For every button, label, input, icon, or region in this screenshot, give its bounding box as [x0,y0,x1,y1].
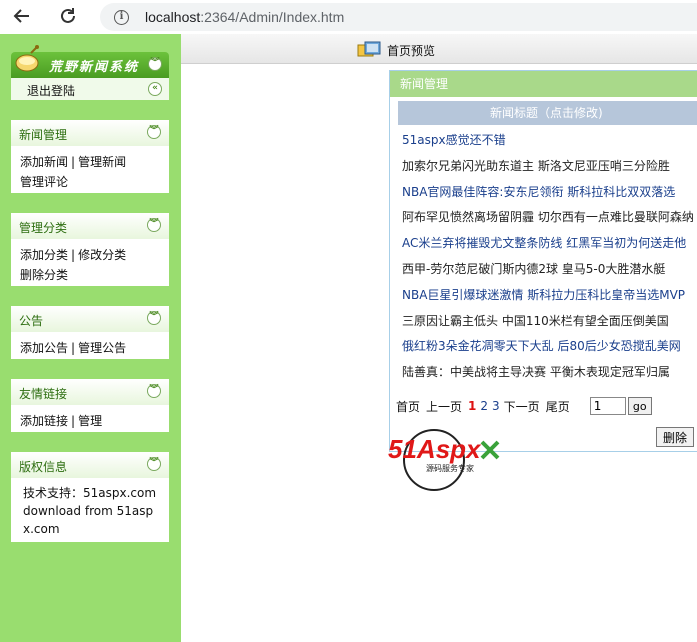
last-page-link[interactable]: 尾页 [546,398,570,415]
double-chevron-down-icon[interactable]: ︾ [147,457,161,471]
section-header[interactable]: 管理分类 ︾ [11,213,169,239]
first-page-link[interactable]: 首页 [396,398,420,415]
list-item[interactable]: 俄红粉3朵金花凋零天下大乱 后80后少女恐搅乱美网 [402,333,697,359]
home-preview-icon[interactable] [357,40,381,58]
section-title: 管理分类 [19,221,68,235]
column-header: 新闻标题（点击修改) [398,101,697,125]
address-bar[interactable]: i localhost:2364/Admin/Index.htm [100,3,697,31]
section-friend-links: 友情链接 ︾ 添加链接 | 管理 [11,379,169,432]
page-link[interactable]: 2 [480,399,488,413]
section-header[interactable]: 版权信息 ︾ [11,452,169,478]
logout-link[interactable]: 退出登陆 [27,82,75,99]
section-categories: 管理分类 ︾ 添加分类 | 修改分类 删除分类 [11,213,169,286]
delete-button[interactable]: 删除 [656,427,694,447]
logout-bar[interactable]: 退出登陆 « [11,78,169,100]
double-chevron-down-icon[interactable]: ︾ [147,384,161,398]
section-body: 添加分类 | 修改分类 删除分类 [20,248,127,282]
page-link-current: 1 [468,399,477,413]
home-preview-link[interactable]: 首页预览 [387,42,435,59]
manage-announcement-link[interactable]: 管理公告 [78,341,126,355]
double-chevron-down-icon[interactable]: ︾ [147,218,161,232]
reload-icon[interactable] [56,4,80,28]
list-item[interactable]: 陆善真：中美战将主导决赛 平衡木表现定冠军归属 [402,359,697,385]
logo-text: 荒野新闻系统 [49,60,140,75]
url-text: localhost:2364/Admin/Index.htm [145,9,345,25]
double-chevron-left-icon[interactable]: « [148,82,162,96]
section-body: 添加链接 | 管理 [20,414,103,428]
section-header[interactable]: 公告 ︾ [11,306,169,332]
add-announcement-link[interactable]: 添加公告 [20,341,68,355]
news-panel: 新闻管理 新闻标题（点击修改) 51aspx感觉还不错 加索尔兄弟闪光助东道主 … [389,70,697,452]
list-item[interactable]: NBA巨星引爆球迷激情 斯科拉力压科比皇帝当选MVP [402,282,697,308]
section-title: 新闻管理 [19,128,68,142]
list-item[interactable]: 三原因让霸主低头 中国110米栏有望全面压倒美国 [402,307,697,334]
watermark-logo: 51Aspx 源码服务专家 [388,429,500,491]
section-announcements: 公告 ︾ 添加公告 | 管理公告 [11,306,169,359]
list-item[interactable]: 西甲-劳尔范尼破门斯内德2球 皇马5-0大胜潜水艇 [402,255,697,282]
list-item[interactable]: AC米兰弃将摧毁尤文整条防线 红黑军当初为何送走他 [402,230,697,256]
page-link[interactable]: 3 [492,399,500,413]
prev-page-link[interactable]: 上一页 [426,398,462,415]
panel-title: 新闻管理 [390,71,697,97]
manage-comments-link[interactable]: 管理评论 [20,175,68,189]
page-number-input[interactable] [589,397,626,415]
delete-category-link[interactable]: 删除分类 [20,268,68,282]
browser-toolbar: i localhost:2364/Admin/Index.htm [0,0,697,34]
section-body: 添加公告 | 管理公告 [20,341,127,355]
edit-category-link[interactable]: 修改分类 [78,248,126,262]
pager: 首页 上一页 1 2 3 下一页 尾页 go [396,397,652,415]
info-icon[interactable]: i [114,9,129,25]
section-header[interactable]: 新闻管理 ︾ [11,120,169,146]
section-copyright: 版权信息 ︾ 技术支持：51aspx.com download from 51a… [11,452,169,542]
double-chevron-down-icon[interactable]: ︾ [147,125,161,139]
back-arrow-icon[interactable] [10,4,34,28]
section-title: 公告 [19,314,44,328]
logo-bar: 荒野新闻系统 ︾ [11,45,169,78]
section-news: 新闻管理 ︾ 添加新闻 | 管理新闻 管理评论 [11,120,169,193]
manage-links-link[interactable]: 管理 [78,414,102,428]
add-link-link[interactable]: 添加链接 [20,414,68,428]
double-chevron-down-icon[interactable]: ︾ [147,311,161,325]
section-title: 版权信息 [19,460,68,474]
list-item[interactable]: 阿布罕见愤然离场留阴霾 切尔西有一点难比曼联阿森纳 [402,204,697,231]
copyright-text: 技术支持：51aspx.com download from 51asp x.co… [23,486,157,536]
next-page-link[interactable]: 下一页 [504,398,540,415]
manage-news-link[interactable]: 管理新闻 [78,155,126,169]
section-body: 添加新闻 | 管理新闻 管理评论 [20,155,127,189]
watermark-brand: 51Aspx [388,434,482,464]
watermark-tagline: 源码服务专家 [426,463,474,473]
news-list: 51aspx感觉还不错 加索尔兄弟闪光助东道主 斯洛文尼亚压哨三分险胜 NBA官… [402,127,697,385]
list-item[interactable]: NBA官网最佳阵容:安东尼领衔 斯科拉科比双双落选 [402,179,697,205]
add-category-link[interactable]: 添加分类 [20,248,68,262]
logo-icon [15,45,39,72]
sidebar: 荒野新闻系统 ︾ 退出登陆 « 新闻管理 ︾ 添加新闻 | 管理新闻 管理评论 管理… [0,34,181,642]
section-title: 友情链接 [19,387,68,401]
go-button[interactable]: go [627,397,652,415]
section-header[interactable]: 友情链接 ︾ [11,379,169,405]
top-bar: 首页预览 [181,34,697,64]
list-item[interactable]: 51aspx感觉还不错 [402,127,697,153]
add-news-link[interactable]: 添加新闻 [20,155,68,169]
list-item[interactable]: 加索尔兄弟闪光助东道主 斯洛文尼亚压哨三分险胜 [402,152,697,179]
collapse-icon[interactable]: ︾ [148,57,162,71]
